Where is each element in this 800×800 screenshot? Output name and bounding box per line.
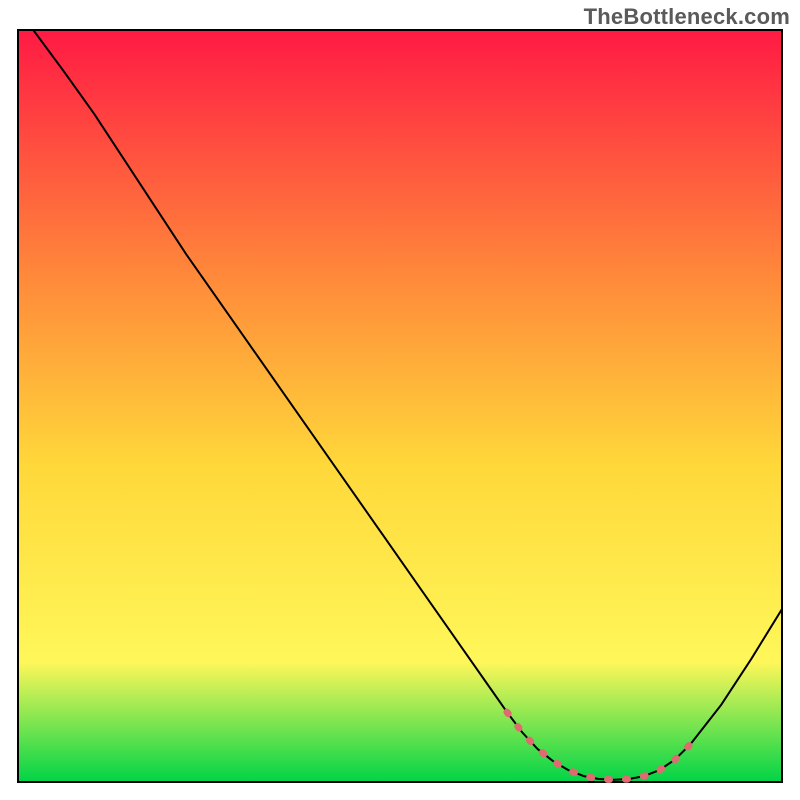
watermark-text: TheBottleneck.com — [584, 4, 790, 30]
bottleneck-chart — [0, 0, 800, 800]
chart-container: TheBottleneck.com — [0, 0, 800, 800]
gradient-background — [18, 30, 782, 782]
